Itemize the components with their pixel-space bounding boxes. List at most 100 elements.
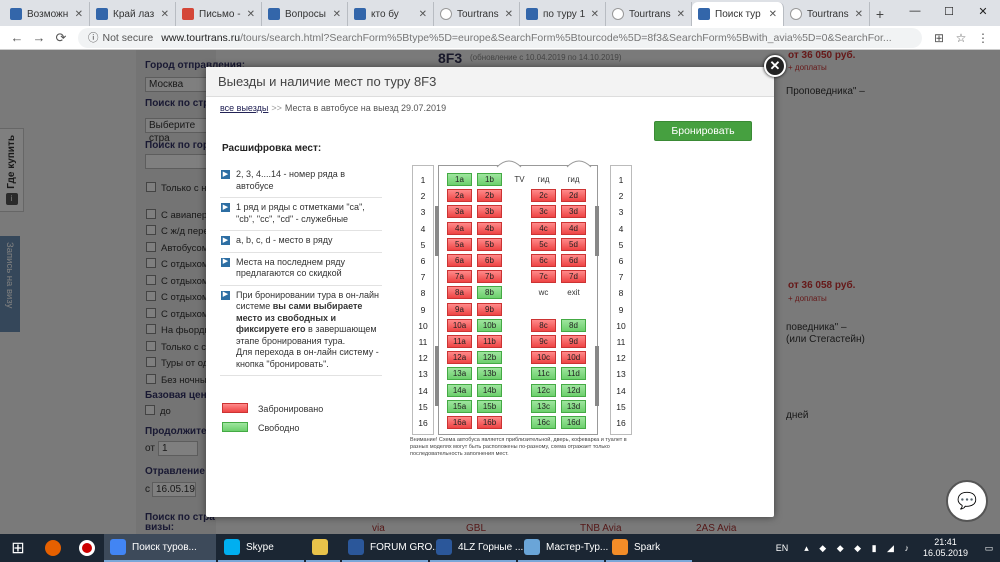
new-tab-icon[interactable]: + xyxy=(870,2,890,26)
tab-close-icon[interactable]: ✕ xyxy=(505,9,513,20)
info-icon[interactable]: ⓘ xyxy=(88,30,99,45)
seat-11d[interactable]: 11d xyxy=(561,367,586,381)
row-number: 6 xyxy=(618,256,624,266)
forward-icon[interactable]: → xyxy=(28,30,50,45)
tab-close-icon[interactable]: ✕ xyxy=(333,9,341,20)
modal-close-icon[interactable]: ✕ xyxy=(764,55,786,77)
url-domain: www.tourtrans.ru xyxy=(161,31,241,44)
taskbar-app[interactable]: Spark xyxy=(606,534,692,562)
seat-7a: 7a xyxy=(447,270,472,284)
seat-13b[interactable]: 13b xyxy=(477,367,502,381)
row-number: 1 xyxy=(618,175,624,185)
browser-tab-strip: Возможн ✕ Край лаз ✕ Письмо - ✕ Вопросы ✕ кто бу… xyxy=(0,0,1000,26)
browser-tab[interactable]: Tourtrans ✕ xyxy=(606,2,692,26)
url-field[interactable]: ⓘ Not secure www.tourtrans.ru /tours/sea… xyxy=(78,27,922,48)
seat-8b[interactable]: 8b xyxy=(477,286,502,300)
taskbar-app[interactable]: FORUM GRO... xyxy=(342,534,441,562)
all-departures-link[interactable]: все выезды xyxy=(220,103,268,113)
chat-bubble-icon[interactable]: 💬 xyxy=(946,480,988,522)
modal-title: Выезды и наличие мест по туру 8F3 xyxy=(206,67,774,97)
seat-10a: 10a xyxy=(447,318,472,332)
tab-close-icon[interactable]: ✕ xyxy=(769,9,777,20)
book-button[interactable]: Бронировать xyxy=(654,121,752,141)
taskbar-app[interactable]: Skype xyxy=(218,534,304,562)
tab-favicon-icon xyxy=(526,8,538,20)
seat-12c[interactable]: 12c xyxy=(531,383,556,397)
taskbar-app[interactable]: Мастер-Тур... xyxy=(518,534,608,562)
close-window-icon[interactable]: ✕ xyxy=(966,0,1000,22)
tray-icons[interactable]: ▴ ◆ ◆ ◆ ▮ ◢ ♪ xyxy=(804,543,913,554)
seat-1a[interactable]: 1a xyxy=(447,173,472,186)
seat-12b[interactable]: 12b xyxy=(477,351,502,365)
tab-close-icon[interactable]: ✕ xyxy=(677,9,685,20)
bus-front-label: гид xyxy=(567,175,580,184)
tab-title: Письмо - xyxy=(199,8,241,20)
browser-tab[interactable]: Tourtrans ✕ xyxy=(434,2,520,26)
scheme-note: Внимание! Схема автобуса является прибли… xyxy=(410,437,627,457)
taskbar-app[interactable] xyxy=(306,534,340,562)
seat-14a[interactable]: 14a xyxy=(447,383,472,397)
seat-8d[interactable]: 8d xyxy=(561,318,586,332)
seat-13d[interactable]: 13d xyxy=(561,399,586,413)
browser-tab[interactable]: Tourtrans ✕ xyxy=(784,2,870,26)
explorer-icon xyxy=(312,539,328,555)
seat-4d: 4d xyxy=(561,221,586,235)
seat-3d: 3d xyxy=(561,205,586,219)
browser-tab[interactable]: Поиск тур ✕ xyxy=(692,2,784,26)
row-number: 12 xyxy=(418,353,428,364)
row-number: 7 xyxy=(420,272,426,283)
tab-close-icon[interactable]: ✕ xyxy=(855,9,863,20)
seat-13a[interactable]: 13a xyxy=(447,367,472,381)
tab-title: Tourtrans xyxy=(457,8,499,20)
seat-12d[interactable]: 12d xyxy=(561,383,586,397)
browser-tab[interactable]: Вопросы ✕ xyxy=(262,2,348,26)
seat-9d: 9d xyxy=(561,335,586,348)
firefox-icon[interactable] xyxy=(36,534,70,562)
tab-close-icon[interactable]: ✕ xyxy=(161,9,169,20)
tab-close-icon[interactable]: ✕ xyxy=(75,9,83,20)
browser-tab[interactable]: Возможн ✕ xyxy=(4,2,90,26)
tab-favicon-icon xyxy=(96,8,108,20)
windows-start-icon[interactable]: ⊞ xyxy=(0,534,36,562)
tab-close-icon[interactable]: ✕ xyxy=(591,9,599,20)
opera-icon[interactable] xyxy=(70,534,104,562)
browser-tab[interactable]: Край лаз ✕ xyxy=(90,2,176,26)
reload-icon[interactable]: ⟳ xyxy=(50,30,72,46)
tab-close-icon[interactable]: ✕ xyxy=(247,9,255,20)
seat-1b[interactable]: 1b xyxy=(477,173,502,186)
browser-tab[interactable]: Письмо - ✕ xyxy=(176,2,262,26)
menu-dots-icon[interactable]: ⋮ xyxy=(972,31,994,45)
notifications-icon[interactable]: ▭ xyxy=(978,543,1000,554)
browser-tab[interactable]: по туру 1 ✕ xyxy=(520,2,606,26)
seat-2b: 2b xyxy=(477,189,502,203)
seat-6c: 6c xyxy=(531,254,556,267)
legend-text-part: a, b, c, d - место в ряду xyxy=(236,235,333,245)
minimize-icon[interactable]: — xyxy=(898,0,932,22)
maximize-icon[interactable]: ☐ xyxy=(932,0,966,22)
browser-tab[interactable]: кто бу ✕ xyxy=(348,2,434,26)
seat-16c[interactable]: 16c xyxy=(531,416,556,429)
tab-close-icon[interactable]: ✕ xyxy=(419,9,427,20)
taskbar-app[interactable]: 4LZ Горные ... xyxy=(430,534,523,562)
bookmark-star-icon[interactable]: ☆ xyxy=(950,31,972,45)
language-indicator[interactable]: EN xyxy=(776,543,789,553)
seat-9c: 9c xyxy=(531,335,556,348)
system-tray: EN ▴ ◆ ◆ ◆ ▮ ◢ ♪ 21:41 16.05.2019 ▭ xyxy=(776,534,1000,562)
seat-10b[interactable]: 10b xyxy=(477,318,502,332)
taskbar-app[interactable]: Поиск туров... xyxy=(104,534,216,562)
seat-12a: 12a xyxy=(447,351,472,365)
tab-title: Край лаз xyxy=(113,8,155,20)
seat-map-modal: Выезды и наличие мест по туру 8F3 все вы… xyxy=(206,67,774,517)
bus-front-bumps xyxy=(496,160,592,168)
seat-14b[interactable]: 14b xyxy=(477,383,502,397)
seat-15b[interactable]: 15b xyxy=(477,399,502,413)
seat-15a[interactable]: 15a xyxy=(447,399,472,413)
seat-13c[interactable]: 13c xyxy=(531,399,556,413)
seat-11c[interactable]: 11c xyxy=(531,367,556,381)
breadcrumb: все выезды >> Места в автобусе на выезд 29… xyxy=(220,103,446,113)
seat-16d[interactable]: 16d xyxy=(561,416,586,429)
back-icon[interactable]: ← xyxy=(6,30,28,45)
clock[interactable]: 21:41 16.05.2019 xyxy=(923,537,968,559)
tab-favicon-icon xyxy=(268,8,280,20)
translate-icon[interactable]: ⊞ xyxy=(928,31,950,45)
